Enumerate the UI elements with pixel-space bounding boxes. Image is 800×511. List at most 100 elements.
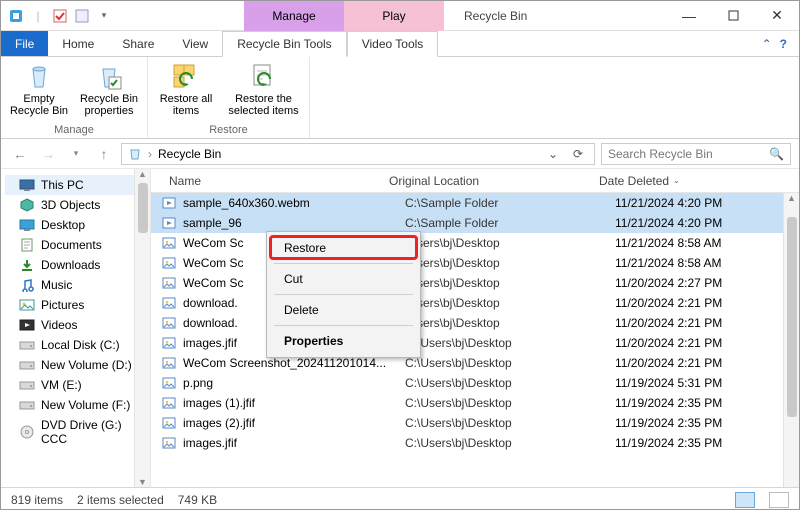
nav-item-pictures[interactable]: Pictures: [5, 295, 146, 315]
nav-item-3d-objects[interactable]: 3D Objects: [5, 195, 146, 215]
nav-item-label: This PC: [41, 178, 84, 192]
videos-icon: [19, 318, 35, 332]
file-type-icon: [161, 275, 177, 291]
scroll-up-icon[interactable]: ▲: [138, 169, 147, 179]
nav-item-music[interactable]: Music: [5, 275, 146, 295]
qat-dropdown-icon[interactable]: [73, 7, 91, 25]
qat-properties-icon[interactable]: [51, 7, 69, 25]
nav-item-dvd-drive-g-ccc[interactable]: DVD Drive (G:) CCC: [5, 415, 146, 449]
file-row[interactable]: download. \Users\bj\Desktop11/20/2024 2:…: [151, 293, 799, 313]
nav-item-desktop[interactable]: Desktop: [5, 215, 146, 235]
file-row[interactable]: images.jfifC:\Users\bj\Desktop11/20/2024…: [151, 333, 799, 353]
view-large-icons-button[interactable]: [769, 492, 789, 508]
contextual-tab-group: Manage Play: [244, 1, 444, 30]
file-date-deleted: 11/20/2024 2:21 PM: [607, 316, 799, 330]
file-row[interactable]: WeCom Sc \Users\bj\Desktop11/21/2024 8:5…: [151, 253, 799, 273]
downloads-icon: [19, 258, 35, 272]
file-row[interactable]: sample_640x360.webmC:\Sample Folder11/21…: [151, 193, 799, 213]
file-row[interactable]: p.pngC:\Users\bj\Desktop11/19/2024 5:31 …: [151, 373, 799, 393]
ribbon-group-restore-label: Restore: [209, 124, 248, 136]
column-headers: Name Original Location Date Deleted ⌄: [151, 169, 799, 193]
file-row[interactable]: images.jfifC:\Users\bj\Desktop11/19/2024…: [151, 433, 799, 453]
refresh-button[interactable]: ⟳: [568, 147, 588, 161]
file-list-pane: Name Original Location Date Deleted ⌄ sa…: [151, 169, 799, 487]
ribbon: Empty Recycle Bin Recycle Bin properties…: [1, 57, 799, 139]
scroll-up-icon[interactable]: ▲: [787, 193, 796, 203]
context-tab-play[interactable]: Play: [344, 1, 444, 31]
nav-item-downloads[interactable]: Downloads: [5, 255, 146, 275]
nav-up-button[interactable]: ↑: [93, 143, 115, 165]
breadcrumb-recycle-bin[interactable]: Recycle Bin: [158, 147, 221, 161]
breadcrumb-separator-icon[interactable]: ›: [148, 147, 152, 161]
tab-video-tools[interactable]: Video Tools: [347, 31, 439, 57]
file-scrollbar[interactable]: ▲: [783, 193, 799, 487]
scroll-down-icon[interactable]: ▼: [138, 477, 147, 487]
qat-divider: |: [29, 7, 47, 25]
recycle-bin-properties-button[interactable]: Recycle Bin properties: [79, 61, 139, 124]
context-menu-separator: [274, 263, 413, 264]
context-menu-cut[interactable]: Cut: [270, 266, 417, 292]
context-tab-manage[interactable]: Manage: [244, 1, 344, 31]
ribbon-tabs: File Home Share View Recycle Bin Tools V…: [1, 31, 799, 57]
file-row[interactable]: download. \Users\bj\Desktop11/20/2024 2:…: [151, 313, 799, 333]
file-type-icon: [161, 435, 177, 451]
minimize-button[interactable]: —: [667, 1, 711, 30]
file-row[interactable]: WeCom Sc \Users\bj\Desktop11/21/2024 8:5…: [151, 233, 799, 253]
nav-forward-button[interactable]: →: [37, 143, 59, 165]
pc-icon: [19, 178, 35, 192]
restore-all-items-button[interactable]: Restore all items: [156, 61, 216, 124]
scrollbar-thumb[interactable]: [787, 217, 797, 417]
maximize-button[interactable]: [711, 1, 755, 30]
column-header-date-deleted[interactable]: Date Deleted ⌄: [591, 174, 799, 188]
tab-share[interactable]: Share: [108, 31, 168, 56]
qat-menu-chevron-icon[interactable]: ▾: [95, 7, 113, 25]
ribbon-group-manage: Empty Recycle Bin Recycle Bin properties…: [1, 57, 148, 138]
column-header-name[interactable]: Name: [161, 174, 381, 188]
empty-recycle-bin-button[interactable]: Empty Recycle Bin: [9, 61, 69, 124]
ribbon-collapse-icon[interactable]: ⌃: [762, 37, 772, 51]
ribbon-group-manage-label: Manage: [54, 124, 94, 136]
context-menu-delete[interactable]: Delete: [270, 297, 417, 323]
tab-view[interactable]: View: [168, 31, 222, 56]
file-row[interactable]: WeCom Screenshot_202411201014...C:\Users…: [151, 353, 799, 373]
address-dropdown-icon[interactable]: ⌄: [544, 147, 562, 161]
help-icon[interactable]: ?: [780, 37, 787, 51]
address-bar-row: ← → ▾ ↑ › Recycle Bin ⌄ ⟳ Search Recycle…: [1, 139, 799, 169]
nav-item-label: Pictures: [41, 298, 84, 312]
address-bar[interactable]: › Recycle Bin ⌄ ⟳: [121, 143, 595, 165]
nav-item-videos[interactable]: Videos: [5, 315, 146, 335]
nav-item-this-pc[interactable]: This PC: [5, 175, 146, 195]
nav-item-new-volume-f-[interactable]: New Volume (F:): [5, 395, 146, 415]
context-menu-properties[interactable]: Properties: [270, 328, 417, 354]
file-row[interactable]: WeCom Sc \Users\bj\Desktop11/20/2024 2:2…: [151, 273, 799, 293]
nav-item-new-volume-d-[interactable]: New Volume (D:): [5, 355, 146, 375]
recycle-bin-empty-icon: [23, 63, 55, 91]
nav-item-documents[interactable]: Documents: [5, 235, 146, 255]
file-row[interactable]: images (2).jfifC:\Users\bj\Desktop11/19/…: [151, 413, 799, 433]
tab-file[interactable]: File: [1, 31, 48, 56]
disk-icon: [19, 358, 35, 372]
restore-selected-items-button[interactable]: Restore the selected items: [226, 61, 301, 124]
file-row[interactable]: images (1).jfifC:\Users\bj\Desktop11/19/…: [151, 393, 799, 413]
tab-recycle-bin-tools[interactable]: Recycle Bin Tools: [222, 31, 347, 57]
close-button[interactable]: ✕: [755, 1, 799, 30]
nav-history-dropdown[interactable]: ▾: [65, 143, 87, 165]
file-original-location: \Users\bj\Desktop: [397, 296, 607, 310]
file-row[interactable]: sample_96C:\Sample Folder11/21/2024 4:20…: [151, 213, 799, 233]
search-box[interactable]: Search Recycle Bin 🔍: [601, 143, 791, 165]
file-type-icon: [161, 295, 177, 311]
context-menu-restore[interactable]: Restore: [270, 235, 417, 261]
nav-back-button[interactable]: ←: [9, 143, 31, 165]
view-details-button[interactable]: [735, 492, 755, 508]
navigation-pane: This PC 3D ObjectsDesktopDocumentsDownloa…: [1, 169, 151, 487]
restore-all-label: Restore all items: [156, 93, 216, 117]
column-header-date-label: Date Deleted: [599, 174, 669, 188]
nav-item-local-disk-c-[interactable]: Local Disk (C:): [5, 335, 146, 355]
nav-scrollbar[interactable]: ▲ ▼: [134, 169, 150, 487]
tab-home[interactable]: Home: [48, 31, 108, 56]
file-date-deleted: 11/21/2024 4:20 PM: [607, 196, 799, 210]
column-header-original-location[interactable]: Original Location: [381, 174, 591, 188]
file-original-location: \Users\bj\Desktop: [397, 276, 607, 290]
scrollbar-thumb[interactable]: [138, 183, 148, 233]
nav-item-vm-e-[interactable]: VM (E:): [5, 375, 146, 395]
